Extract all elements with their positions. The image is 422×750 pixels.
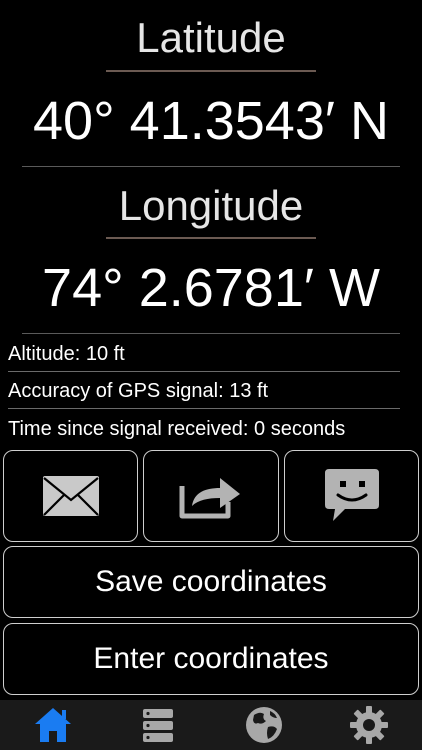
longitude-label-underline [106, 237, 316, 239]
enter-coordinates-button[interactable]: Enter coordinates [3, 623, 419, 695]
longitude-divider [22, 333, 400, 334]
message-button[interactable] [284, 450, 419, 542]
longitude-value: 74° 2.6781′ W [42, 258, 380, 318]
globe-icon [246, 707, 282, 743]
accuracy-text: Accuracy of GPS signal: 13 ft [8, 380, 269, 402]
gear-icon [350, 706, 388, 744]
longitude-label: Longitude [118, 182, 304, 229]
share-icon [179, 478, 240, 519]
home-icon [35, 708, 71, 742]
tab-settings[interactable] [347, 704, 391, 746]
message-bubble-icon [324, 469, 379, 521]
tab-home[interactable] [31, 704, 75, 746]
latitude-divider [22, 166, 400, 167]
latitude-label-underline [106, 70, 316, 72]
latitude-label: Latitude [136, 14, 286, 61]
tab-globe[interactable] [242, 704, 286, 746]
tab-list[interactable] [136, 704, 180, 746]
altitude-text: Altitude: 10 ft [8, 343, 125, 365]
share-button[interactable] [143, 450, 279, 542]
tab-bar [0, 700, 422, 750]
altitude-divider [8, 371, 400, 372]
save-coordinates-button[interactable]: Save coordinates [3, 546, 419, 618]
time-since-signal-text: Time since signal received: 0 seconds [8, 418, 346, 440]
envelope-icon [42, 476, 99, 516]
email-button[interactable] [3, 450, 138, 542]
accuracy-divider [8, 408, 400, 409]
list-icon [143, 709, 173, 742]
latitude-value: 40° 41.3543′ N [33, 91, 389, 151]
